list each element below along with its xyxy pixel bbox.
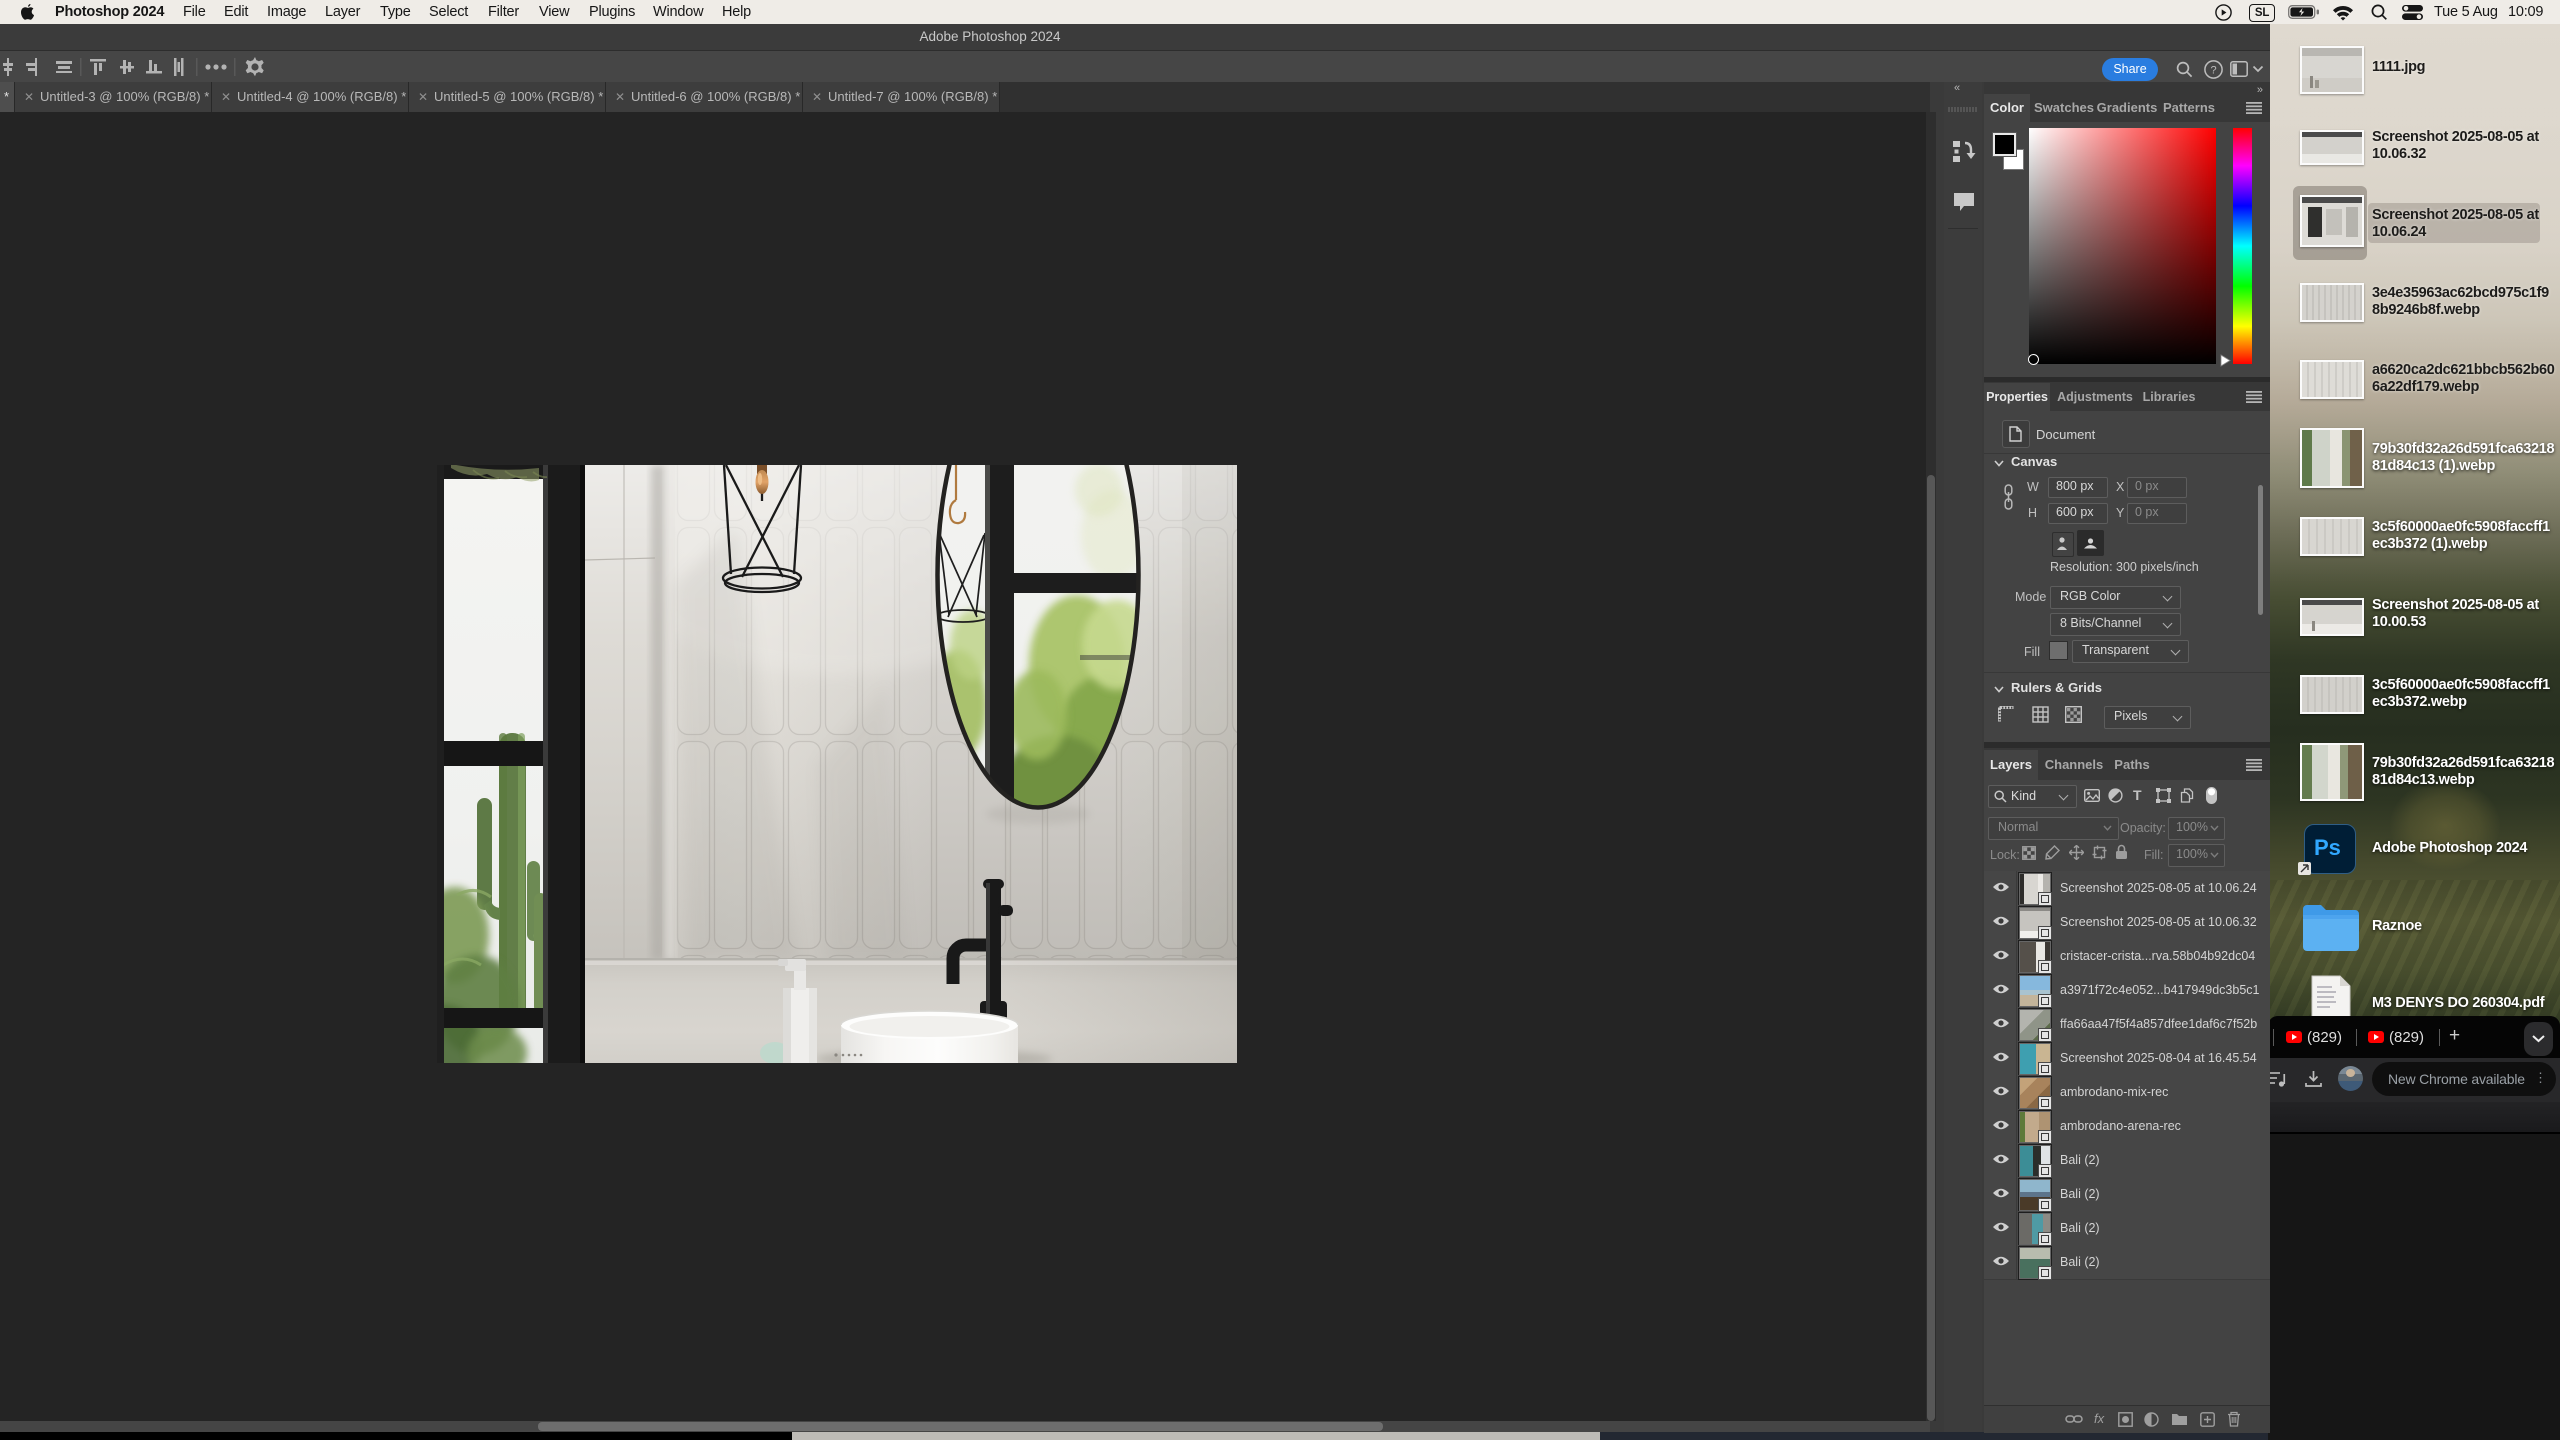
svg-text:?: ?	[2210, 65, 2216, 77]
